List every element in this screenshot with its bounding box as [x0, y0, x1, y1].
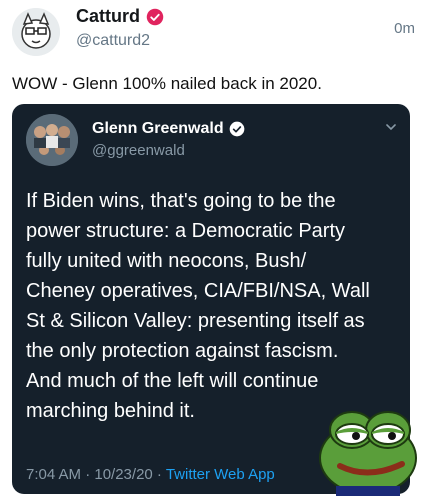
- frog-sticker-icon: [319, 411, 417, 496]
- quoted-timestamp[interactable]: 7:04 AM · 10/23/20 ·: [26, 466, 166, 483]
- quoted-tweet-text: If Biden wins, that's going to be the po…: [26, 190, 370, 422]
- display-name[interactable]: Catturd: [76, 6, 140, 27]
- tweet-text: WOW - Glenn 100% nailed back in 2020.: [12, 74, 322, 93]
- quoted-avatar[interactable]: [26, 114, 78, 166]
- quoted-display-name-row[interactable]: Glenn Greenwald: [92, 120, 245, 138]
- quoted-meta: 7:04 AM · 10/23/20 · Twitter Web App: [26, 466, 275, 483]
- quoted-handle[interactable]: @ggreenwald: [92, 142, 185, 159]
- verified-badge-icon: [229, 121, 244, 137]
- display-name-row[interactable]: Catturd: [76, 6, 164, 27]
- source-app-link[interactable]: Twitter Web App: [166, 466, 275, 483]
- handle[interactable]: @catturd2: [76, 32, 150, 50]
- verified-badge-icon: [146, 8, 164, 25]
- chevron-down-icon[interactable]: [384, 120, 398, 134]
- avatar[interactable]: [12, 8, 60, 56]
- timestamp[interactable]: 0m: [394, 20, 415, 37]
- quoted-display-name[interactable]: Glenn Greenwald: [92, 120, 224, 138]
